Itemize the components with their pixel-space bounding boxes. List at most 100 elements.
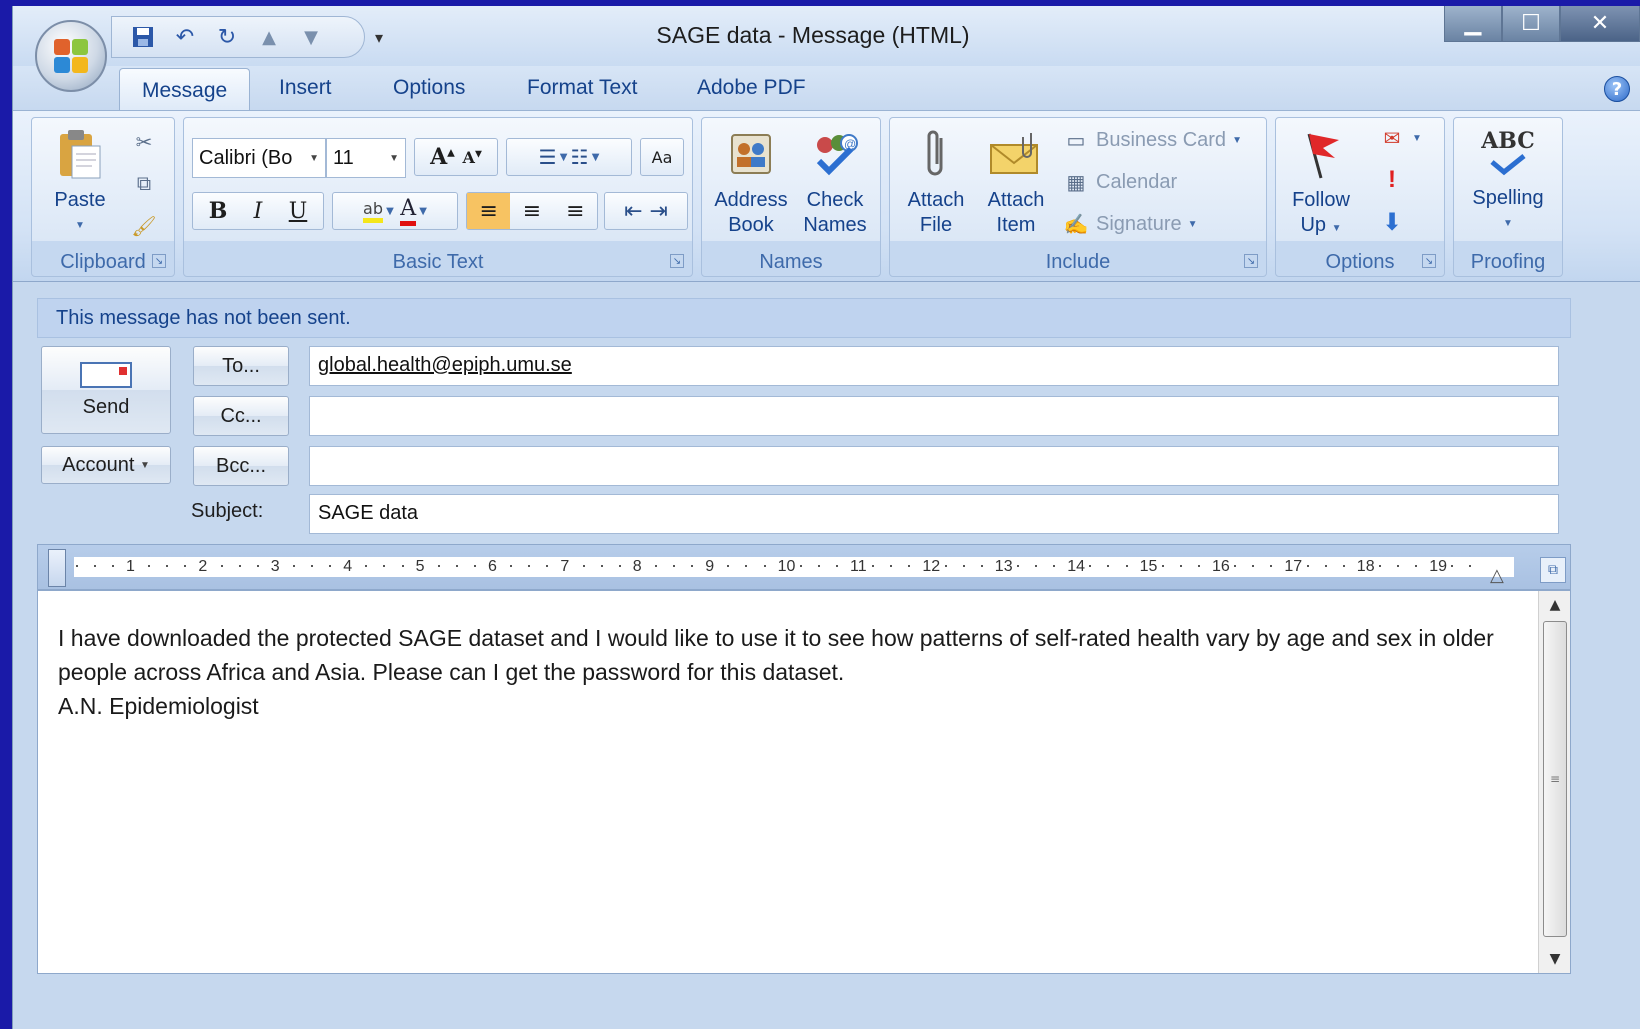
numbering-icon[interactable]: ☷ xyxy=(571,145,589,169)
office-button[interactable] xyxy=(35,20,107,92)
include-launcher-icon[interactable]: ↘ xyxy=(1244,254,1258,268)
paintbrush-icon: 🖌 xyxy=(131,215,157,238)
account-button[interactable]: Account ▼ xyxy=(41,446,171,484)
font-name-value: Calibri (Bo xyxy=(199,146,293,169)
font-color-icon[interactable]: A xyxy=(400,196,417,226)
font-style-buttons: B I U xyxy=(192,192,324,230)
include-group: Attach File Attach Item ▭ Business Card ▼ … xyxy=(889,117,1267,277)
bullets-icon[interactable]: ☰ xyxy=(539,145,557,169)
to-recipient[interactable]: global.health@epiph.umu.se xyxy=(318,354,572,376)
align-left-icon[interactable]: ≡ xyxy=(467,193,511,229)
ruler-tick xyxy=(256,565,259,567)
high-importance-button[interactable]: ! xyxy=(1378,166,1406,194)
ruler-tick xyxy=(890,565,893,567)
view-ruler-icon[interactable]: ⧉ xyxy=(1540,557,1566,583)
close-button[interactable]: ✕ xyxy=(1560,6,1640,42)
tab-message[interactable]: Message xyxy=(119,68,251,114)
spelling-dropdown-icon[interactable]: ▼ xyxy=(1503,211,1513,236)
tab-options[interactable]: Options xyxy=(393,76,465,100)
message-body[interactable]: I have downloaded the protected SAGE dat… xyxy=(37,590,1571,974)
copy-button[interactable]: ⧉ xyxy=(130,170,158,198)
permission-button[interactable]: ✉ ▼ xyxy=(1378,124,1422,152)
tab-adobe-pdf[interactable]: Adobe PDF xyxy=(697,76,806,100)
decrease-indent-icon[interactable]: ⇤ xyxy=(624,199,642,224)
ruler-tick xyxy=(292,565,295,567)
paste-dropdown-icon[interactable]: ▼ xyxy=(75,213,85,238)
grow-shrink-font-buttons[interactable]: A▲ A▼ xyxy=(414,138,498,176)
follow-up-button[interactable]: Follow Up ▼ xyxy=(1280,126,1362,241)
to-field[interactable]: global.health@epiph.umu.se xyxy=(309,346,1559,386)
attach-file-button[interactable]: Attach File xyxy=(896,126,976,238)
message-body-text[interactable]: I have downloaded the protected SAGE dat… xyxy=(58,621,1498,723)
scroll-up-icon[interactable]: ▲ xyxy=(1539,597,1571,613)
ruler-number: 14 xyxy=(1067,558,1085,575)
format-painter-button[interactable]: 🖌 xyxy=(130,212,158,240)
attach-item-label-1: Attach xyxy=(987,189,1045,211)
cut-button[interactable]: ✂ xyxy=(130,128,158,156)
vertical-scrollbar[interactable]: ▲ ≡ ▼ xyxy=(1538,591,1570,973)
address-book-button[interactable]: Address Book xyxy=(708,126,794,238)
low-importance-button[interactable]: ⬇ xyxy=(1378,208,1406,236)
ruler-tick xyxy=(401,565,404,567)
ruler-tick xyxy=(75,565,78,567)
ruler-tick xyxy=(365,565,368,567)
tab-insert[interactable]: Insert xyxy=(279,76,332,100)
bcc-button[interactable]: Bcc... xyxy=(193,446,289,486)
subject-field[interactable]: SAGE data xyxy=(309,494,1559,534)
list-buttons[interactable]: ☰ ▼ ☷ ▼ xyxy=(506,138,632,176)
maximize-button[interactable]: ☐ xyxy=(1502,6,1560,42)
right-indent-marker-icon[interactable]: △ xyxy=(1490,565,1504,586)
align-right-icon[interactable]: ≡ xyxy=(554,199,597,224)
calendar-button[interactable]: ▦ Calendar xyxy=(1062,168,1178,196)
shrink-font-icon[interactable]: A▼ xyxy=(463,148,482,167)
scroll-down-icon[interactable]: ▼ xyxy=(1539,951,1571,967)
clipboard-launcher-icon[interactable]: ↘ xyxy=(152,254,166,268)
tab-format-text[interactable]: Format Text xyxy=(527,76,637,100)
ruler-number: 6 xyxy=(488,558,497,575)
basic-text-launcher-icon[interactable]: ↘ xyxy=(670,254,684,268)
check-names-icon: @ xyxy=(807,126,863,182)
font-name-combo[interactable]: Calibri (Bo ▼ xyxy=(192,138,326,178)
send-button[interactable]: Send xyxy=(41,346,171,434)
body-paragraph: I have downloaded the protected SAGE dat… xyxy=(58,625,1494,685)
italic-icon[interactable]: I xyxy=(238,199,278,224)
chevron-down-icon: ▼ xyxy=(309,152,319,164)
bold-icon[interactable]: B xyxy=(198,198,238,224)
attach-item-button[interactable]: Attach Item xyxy=(976,126,1056,238)
signature-button[interactable]: ✍ Signature ▼ xyxy=(1062,210,1198,238)
indent-marker-icon[interactable] xyxy=(48,549,66,587)
ruler-tick xyxy=(1197,565,1200,567)
cc-button[interactable]: Cc... xyxy=(193,396,289,436)
ruler-tick xyxy=(1234,565,1237,567)
styles-icon[interactable]: Aa xyxy=(640,138,684,176)
ribbon-tabs: Message Insert Options Format Text Adobe… xyxy=(13,66,1640,114)
options-launcher-icon[interactable]: ↘ xyxy=(1422,254,1436,268)
bcc-field[interactable] xyxy=(309,446,1559,486)
attach-item-label-2: Item xyxy=(996,214,1036,236)
to-button[interactable]: To... xyxy=(193,346,289,386)
scroll-thumb[interactable]: ≡ xyxy=(1543,621,1567,937)
cc-field[interactable] xyxy=(309,396,1559,436)
font-size-combo[interactable]: 11 ▼ xyxy=(326,138,406,178)
ruler-tick xyxy=(582,565,585,567)
grow-font-icon[interactable]: A▲ xyxy=(430,144,455,170)
ruler-number: 19 xyxy=(1429,558,1447,575)
help-icon[interactable]: ? xyxy=(1604,76,1630,102)
increase-indent-icon[interactable]: ⇥ xyxy=(650,199,668,224)
ruler-tick xyxy=(148,565,151,567)
ruler-tick xyxy=(1252,565,1255,567)
spelling-check-icon: ABC xyxy=(1480,124,1536,180)
check-names-button[interactable]: @ Check Names xyxy=(794,126,876,238)
envelope-restricted-icon: ✉ xyxy=(1383,127,1401,150)
underline-icon[interactable]: U xyxy=(278,199,318,224)
message-window: ↶ ↻ ▲ ▼ ▾ SAGE data - Message (HTML) ▁ ☐… xyxy=(12,6,1640,1029)
names-group: Address Book @ Check Names Names xyxy=(701,117,881,277)
spelling-button[interactable]: ABC Spelling ▼ xyxy=(1458,124,1558,236)
paste-button[interactable]: Paste ▼ xyxy=(38,126,122,238)
business-card-button[interactable]: ▭ Business Card ▼ xyxy=(1062,126,1242,154)
align-center-icon[interactable]: ≡ xyxy=(510,199,553,224)
highlight-icon[interactable]: ab xyxy=(363,199,383,223)
ruler-tick xyxy=(238,565,241,567)
minimize-button[interactable]: ▁ xyxy=(1444,6,1502,42)
ruler-tick xyxy=(220,565,223,567)
